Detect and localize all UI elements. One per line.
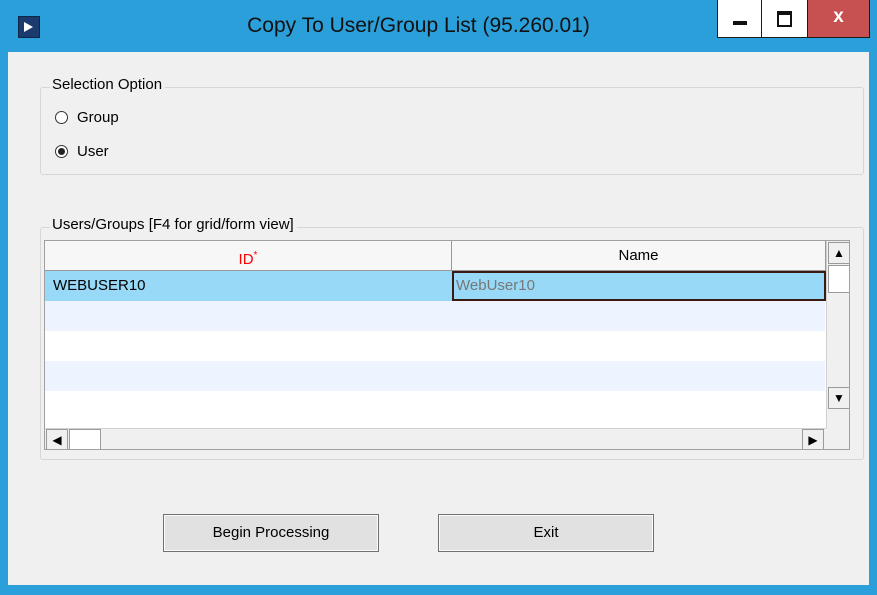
arrow-down-icon: ▼ <box>833 391 845 405</box>
required-mark: * <box>253 250 258 261</box>
column-header-id[interactable]: ID* <box>45 241 452 271</box>
selection-option-label: Selection Option <box>50 76 166 93</box>
column-header-id-label: ID <box>238 251 254 268</box>
column-header-name-label: Name <box>618 247 659 264</box>
scroll-left-button[interactable]: ◀ <box>46 429 68 449</box>
scroll-up-button[interactable]: ▲ <box>828 242 849 264</box>
table-row[interactable]: WEBUSER10 WebUser10 <box>45 271 826 301</box>
radio-circle-unchecked[interactable] <box>55 110 68 124</box>
scroll-right-button[interactable]: ▶ <box>802 429 824 449</box>
empty-row <box>45 301 825 331</box>
vertical-scrollbar[interactable]: ▲ ▼ <box>826 241 849 429</box>
close-icon: x <box>833 6 844 27</box>
horizontal-scroll-thumb[interactable] <box>69 429 101 449</box>
minimize-icon <box>733 21 747 25</box>
column-header-name[interactable]: Name <box>452 241 826 271</box>
arrow-right-icon: ▶ <box>808 433 818 447</box>
radio-group-option[interactable]: Group <box>55 108 119 126</box>
cell-name[interactable]: WebUser10 <box>452 271 826 301</box>
radio-user-option[interactable]: User <box>55 142 109 160</box>
horizontal-scrollbar[interactable]: ◀ ▶ <box>45 428 826 449</box>
minimize-button[interactable] <box>717 0 762 38</box>
radio-group-label: Group <box>77 108 119 126</box>
empty-row <box>45 331 825 361</box>
users-groups-label: Users/Groups [F4 for grid/form view] <box>50 216 297 233</box>
close-button[interactable]: x <box>808 0 870 38</box>
app-window: Copy To User/Group List (95.260.01) x Se… <box>0 0 877 595</box>
scroll-corner <box>826 428 849 449</box>
scroll-down-button[interactable]: ▼ <box>828 387 849 409</box>
empty-row <box>45 361 825 391</box>
maximize-icon <box>777 11 792 27</box>
exit-button[interactable]: Exit <box>438 514 654 552</box>
radio-user-label: User <box>77 142 109 160</box>
vertical-scroll-thumb[interactable] <box>828 265 849 293</box>
empty-row <box>45 391 825 428</box>
title-bar[interactable]: Copy To User/Group List (95.260.01) x <box>0 0 877 52</box>
arrow-left-icon: ◀ <box>52 433 62 447</box>
cell-id[interactable]: WEBUSER10 <box>45 271 452 301</box>
begin-processing-button[interactable]: Begin Processing <box>163 514 379 552</box>
maximize-button[interactable] <box>762 0 808 38</box>
radio-circle-checked[interactable] <box>55 144 68 158</box>
arrow-up-icon: ▲ <box>833 246 845 260</box>
users-groups-grid[interactable]: ID* Name WEBUSER10 WebUser10 ▲ ▼ ◀ ▶ <box>44 240 850 450</box>
selection-option-group <box>40 87 864 175</box>
